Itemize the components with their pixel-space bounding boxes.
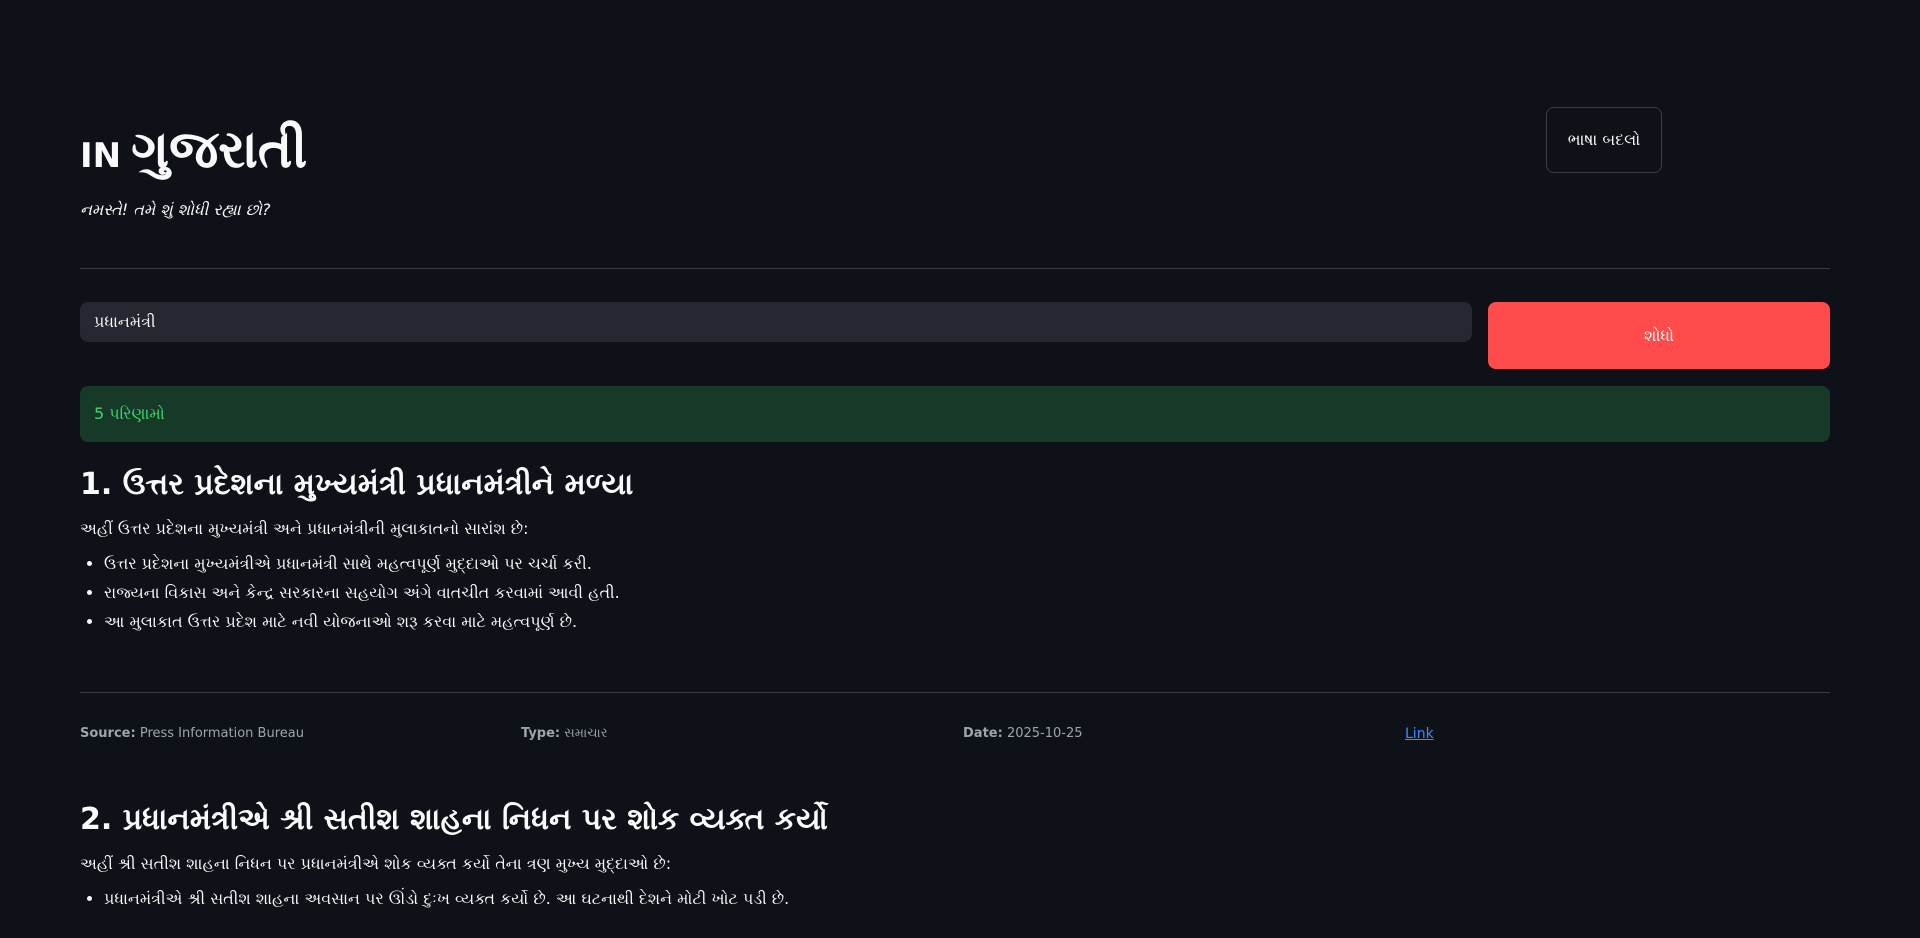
meta-source: Source: Press Information Bureau	[80, 726, 304, 741]
meta-date: Date: 2025-10-25	[963, 726, 1083, 741]
search-input[interactable]	[80, 302, 1472, 342]
app-container: IN ગુજરાતી નમસ્તે! તમે શું શોધી રહ્યા છો?…	[0, 0, 1920, 938]
result-bullets: ઉત્તર પ્રદેશના મુખ્યમંત્રીએ પ્રધાનમંત્રી…	[80, 553, 1830, 632]
results-count-banner: 5 પરિણામો	[80, 386, 1830, 442]
meta-date-label: Date:	[963, 726, 1003, 741]
meta-source-label: Source:	[80, 726, 136, 741]
divider	[80, 268, 1830, 269]
bullet-item: ઉત્તર પ્રદેશના મુખ્યમંત્રીએ પ્રધાનમંત્રી…	[104, 553, 1830, 574]
result-summary: અહીં ઉત્તર પ્રદેશના મુખ્યમંત્રી અને પ્રધ…	[80, 519, 529, 538]
meta-type: Type: સમાચાર	[521, 726, 607, 741]
page-title: IN ગુજરાતી	[80, 120, 307, 186]
result-title: 1. ઉત્તર પ્રદેશના મુખ્યમંત્રી પ્રધાનમંત્…	[80, 467, 634, 502]
meta-date-value: 2025-10-25	[1006, 726, 1083, 741]
header: IN ગુજરાતી નમસ્તે! તમે શું શોધી રહ્યા છો?	[80, 120, 307, 220]
bullet-item: પ્રધાનમંત્રીએ શ્રી સતીશ શાહના અવસાન પર ઊ…	[104, 888, 1830, 909]
result-link[interactable]: Link	[1405, 726, 1434, 742]
result-bullets: પ્રધાનમંત્રીએ શ્રી સતીશ શાહના અવસાન પર ઊ…	[80, 888, 1830, 909]
language-code: IN	[80, 136, 122, 176]
result-summary: અહીં શ્રી સતીશ શાહના નિધન પર પ્રધાનમંત્ર…	[80, 854, 672, 873]
search-button[interactable]: શોધો	[1488, 302, 1830, 369]
result-meta: Source: Press Information Bureau Type: સ…	[80, 726, 1830, 748]
page-subtitle: નમસ્તે! તમે શું શોધી રહ્યા છો?	[80, 200, 271, 219]
meta-type-label: Type:	[521, 726, 561, 741]
divider	[80, 692, 1830, 693]
change-language-button[interactable]: ભાષા બદલો	[1546, 107, 1662, 173]
bullet-item: આ મુલાકાત ઉત્તર પ્રદેશ માટે નવી યોજનાઓ શ…	[104, 611, 1830, 632]
meta-type-value: સમાચાર	[564, 726, 608, 741]
result-item-1: 1. ઉત્તર પ્રદેશના મુખ્યમંત્રી પ્રધાનમંત્…	[80, 465, 1830, 640]
meta-source-value: Press Information Bureau	[139, 726, 304, 741]
bullet-item: રાજ્યના વિકાસ અને કેન્દ્ર સરકારના સહયોગ …	[104, 582, 1830, 603]
result-item-2: 2. પ્રધાનમંત્રીએ શ્રી સતીશ શાહના નિધન પર…	[80, 800, 1830, 917]
page-title-text: ગુજરાતી	[131, 120, 308, 180]
result-title: 2. પ્રધાનમંત્રીએ શ્રી સતીશ શાહના નિધન પર…	[80, 802, 828, 837]
